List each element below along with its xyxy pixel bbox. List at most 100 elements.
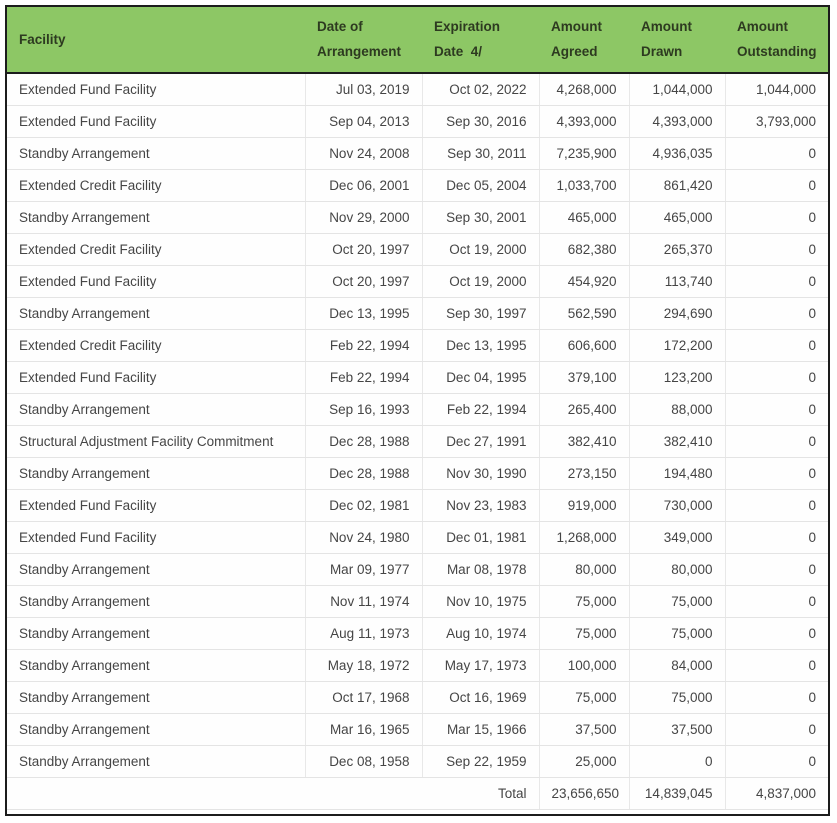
cell-facility: Extended Credit Facility — [7, 233, 306, 266]
cell-amount-agreed: 562,590 — [539, 297, 630, 330]
cell-amount-agreed: 7,235,900 — [539, 137, 630, 170]
cell-amount-agreed: 75,000 — [539, 617, 630, 650]
cell-date-of-arrangement: Mar 16, 1965 — [305, 713, 423, 746]
cell-facility: Standby Arrangement — [7, 745, 306, 778]
cell-facility: Extended Credit Facility — [7, 169, 306, 202]
cell-facility: Standby Arrangement — [7, 457, 306, 490]
table-row: Standby Arrangement Mar 09, 1977 Mar 08, 1… — [7, 553, 828, 586]
table-row: Structural Adjustment Facility Commitmen… — [7, 425, 828, 458]
cell-amount-outstanding: 0 — [725, 393, 828, 426]
cell-facility: Standby Arrangement — [7, 393, 306, 426]
cell-amount-drawn: 37,500 — [629, 713, 726, 746]
table-row: Standby Arrangement May 18, 1972 May 17, 1… — [7, 649, 828, 682]
cell-date-of-arrangement: Dec 28, 1988 — [305, 425, 423, 458]
cell-facility: Extended Credit Facility — [7, 329, 306, 362]
column-header-expiration-date: Expiration Date 4/ — [422, 7, 539, 74]
cell-date-of-arrangement: Dec 06, 2001 — [305, 169, 423, 202]
cell-date-of-arrangement: Mar 09, 1977 — [305, 553, 423, 586]
table-row: Extended Fund Facility Nov 24, 1980 Dec 01… — [7, 521, 828, 554]
table-header: Facility Date of Arrangement Expiration … — [7, 7, 828, 74]
cell-date-of-arrangement: Nov 24, 1980 — [305, 521, 423, 554]
cell-date-of-arrangement: Jul 03, 2019 — [305, 73, 423, 106]
cell-expiration-date: Sep 30, 2001 — [422, 201, 540, 234]
cell-date-of-arrangement: Dec 02, 1981 — [305, 489, 423, 522]
cell-amount-agreed: 379,100 — [539, 361, 630, 394]
cell-amount-outstanding: 3,793,000 — [725, 105, 828, 138]
cell-amount-agreed: 454,920 — [539, 265, 630, 298]
cell-amount-drawn: 861,420 — [629, 169, 726, 202]
cell-facility: Standby Arrangement — [7, 617, 306, 650]
cell-date-of-arrangement: May 18, 1972 — [305, 649, 423, 682]
cell-facility: Standby Arrangement — [7, 585, 306, 618]
table-row: Extended Fund Facility Oct 20, 1997 Oct 19… — [7, 265, 828, 298]
cell-expiration-date: Mar 15, 1966 — [422, 713, 540, 746]
cell-date-of-arrangement: Aug 11, 1973 — [305, 617, 423, 650]
cell-amount-outstanding: 0 — [725, 553, 828, 586]
column-header-date-of-arrangement: Date of Arrangement — [305, 7, 422, 74]
column-header-facility-line1: Facility — [19, 31, 66, 47]
cell-amount-outstanding: 0 — [725, 297, 828, 330]
cell-date-of-arrangement: Oct 17, 1968 — [305, 681, 423, 714]
cell-amount-outstanding: 0 — [725, 585, 828, 618]
cell-amount-outstanding: 0 — [725, 169, 828, 202]
cell-amount-agreed: 465,000 — [539, 201, 630, 234]
cell-expiration-date: Dec 05, 2004 — [422, 169, 540, 202]
cell-expiration-date: Dec 27, 1991 — [422, 425, 540, 458]
cell-amount-outstanding: 0 — [725, 649, 828, 682]
cell-amount-drawn: 80,000 — [629, 553, 726, 586]
table-row: Standby Arrangement Nov 29, 2000 Sep 30, 2… — [7, 201, 828, 234]
cell-amount-agreed: 37,500 — [539, 713, 630, 746]
cell-facility: Standby Arrangement — [7, 713, 306, 746]
cell-amount-outstanding: 1,044,000 — [725, 73, 828, 106]
cell-amount-drawn: 465,000 — [629, 201, 726, 234]
cell-expiration-date: Feb 22, 1994 — [422, 393, 540, 426]
cell-amount-outstanding: 0 — [725, 617, 828, 650]
cell-amount-drawn: 730,000 — [629, 489, 726, 522]
cell-facility: Structural Adjustment Facility Commitmen… — [7, 425, 306, 458]
cell-expiration-date: Aug 10, 1974 — [422, 617, 540, 650]
cell-date-of-arrangement: Feb 22, 1994 — [305, 329, 423, 362]
cell-amount-drawn: 4,936,035 — [629, 137, 726, 170]
cell-expiration-date: Oct 19, 2000 — [422, 265, 540, 298]
cell-amount-outstanding: 0 — [725, 745, 828, 778]
cell-expiration-date: Sep 30, 1997 — [422, 297, 540, 330]
cell-date-of-arrangement: Nov 29, 2000 — [305, 201, 423, 234]
table-row: Standby Arrangement Dec 13, 1995 Sep 30, 1… — [7, 297, 828, 330]
column-header-amount-outstanding: Amount Outstanding — [725, 7, 828, 74]
cell-amount-agreed: 80,000 — [539, 553, 630, 586]
column-header-expiration-line2: Date 4/ — [434, 44, 483, 59]
cell-expiration-date: Nov 23, 1983 — [422, 489, 540, 522]
cell-date-of-arrangement: Nov 11, 1974 — [305, 585, 423, 618]
cell-expiration-date: Dec 13, 1995 — [422, 329, 540, 362]
cell-expiration-date: Sep 30, 2016 — [422, 105, 540, 138]
cell-date-of-arrangement: Feb 22, 1994 — [305, 361, 423, 394]
cell-amount-drawn: 84,000 — [629, 649, 726, 682]
cell-amount-outstanding: 0 — [725, 201, 828, 234]
cell-expiration-date: Oct 19, 2000 — [422, 233, 540, 266]
cell-amount-agreed: 25,000 — [539, 745, 630, 778]
cell-date-of-arrangement: Sep 04, 2013 — [305, 105, 423, 138]
cell-expiration-date: Sep 30, 2011 — [422, 137, 540, 170]
cell-amount-drawn: 172,200 — [629, 329, 726, 362]
cell-amount-agreed: 4,393,000 — [539, 105, 630, 138]
column-header-facility: Facility — [7, 7, 305, 74]
cell-facility: Standby Arrangement — [7, 137, 306, 170]
cell-expiration-date: Dec 04, 1995 — [422, 361, 540, 394]
cell-amount-agreed: 1,268,000 — [539, 521, 630, 554]
table-body: Extended Fund Facility Jul 03, 2019 Oct 02… — [7, 73, 828, 810]
cell-facility: Standby Arrangement — [7, 649, 306, 682]
cell-amount-agreed: 100,000 — [539, 649, 630, 682]
table-row: Standby Arrangement Oct 17, 1968 Oct 16, 1… — [7, 681, 828, 714]
column-header-agreed-line1: Amount — [551, 19, 602, 34]
cell-amount-drawn: 75,000 — [629, 681, 726, 714]
table-row: Standby Arrangement Aug 11, 1973 Aug 10, 1… — [7, 617, 828, 650]
lending-arrangements-table: Facility Date of Arrangement Expiration … — [7, 7, 828, 810]
cell-amount-drawn: 4,393,000 — [629, 105, 726, 138]
cell-amount-outstanding: 0 — [725, 425, 828, 458]
cell-date-of-arrangement: Oct 20, 1997 — [305, 233, 423, 266]
cell-amount-drawn: 194,480 — [629, 457, 726, 490]
cell-amount-outstanding: 0 — [725, 489, 828, 522]
cell-amount-outstanding: 0 — [725, 681, 828, 714]
column-header-outstanding-line1: Amount — [737, 19, 788, 34]
table-row: Extended Fund Facility Feb 22, 1994 Dec 04… — [7, 361, 828, 394]
